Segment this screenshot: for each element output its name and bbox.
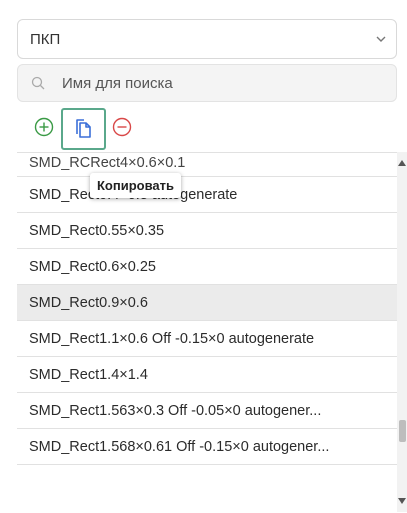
copy-button[interactable] [61, 108, 106, 150]
list-item[interactable]: SMD_Rect0.55×0.35 [17, 213, 397, 249]
select-value: ПКП [30, 30, 61, 48]
chevron-down-icon [376, 36, 386, 42]
list-item[interactable]: SMD_Rect1.1×0.6 Off -0.15×0 autogenerate [17, 321, 397, 357]
list-scrollbar[interactable] [397, 152, 407, 512]
add-button[interactable] [30, 113, 58, 141]
search-icon [31, 76, 45, 90]
list-item-selected[interactable]: SMD_Rect0.9×0.6 [17, 285, 397, 321]
scroll-up-arrow-icon[interactable] [398, 160, 406, 166]
search-input[interactable] [54, 71, 400, 95]
remove-button[interactable] [108, 113, 136, 141]
minus-circle-icon [112, 117, 132, 137]
scroll-down-arrow-icon[interactable] [398, 498, 406, 504]
footprint-type-select[interactable]: ПКП [17, 19, 397, 59]
list-item[interactable]: SMD_Rect1.563×0.3 Off -0.05×0 autogener.… [17, 393, 397, 429]
plus-circle-icon [34, 117, 54, 137]
list-item[interactable]: SMD_RCRect4×0.6×0.1 [17, 153, 397, 177]
list-item[interactable]: SMD_Rect0.4×0.5 autogenerate [17, 177, 397, 213]
list-item[interactable]: SMD_Rect1.4×1.4 [17, 357, 397, 393]
scroll-thumb[interactable] [399, 420, 406, 442]
footprint-list: SMD_RCRect4×0.6×0.1 SMD_Rect0.4×0.5 auto… [17, 152, 397, 513]
copy-tooltip: Копировать [90, 173, 182, 198]
copy-icon [75, 119, 91, 138]
list-item[interactable]: SMD_Rect0.6×0.25 [17, 249, 397, 285]
list-item[interactable]: SMD_Rect1.568×0.61 Off -0.15×0 autogener… [17, 429, 397, 465]
search-box[interactable] [17, 64, 400, 102]
